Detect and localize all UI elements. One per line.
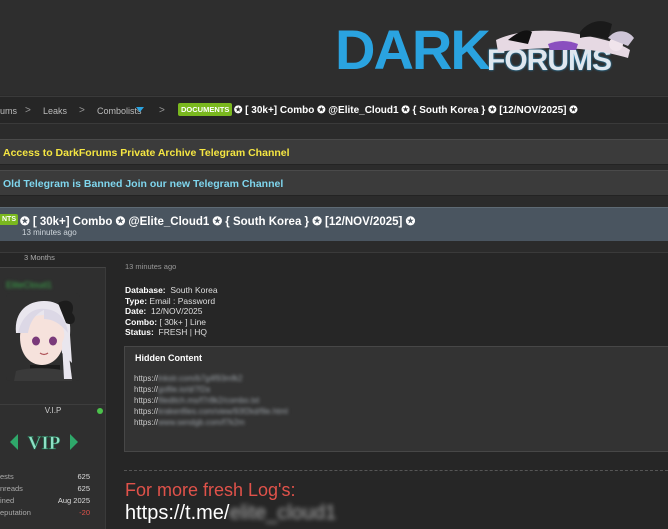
detail-row: Date: 12/NOV/2025 <box>125 306 218 317</box>
stat-posts: ests 625 <box>0 472 100 484</box>
post-details: Database: South Korea Type: Email : Pass… <box>125 285 218 338</box>
detail-row: Status: FRESH | HQ <box>125 327 218 338</box>
link-blurred: fileditch.ms/f7r8k2/combo.txt <box>158 396 260 405</box>
stat-value: 625 <box>77 472 90 481</box>
thread-title-bar: NTS ✪ [ 30k+] Combo ✪ @Elite_Cloud1 ✪ { … <box>0 207 668 241</box>
detail-value: Email : Password <box>149 295 216 306</box>
announcement-telegram-new[interactable]: Old Telegram is Banned Join our new Tele… <box>0 170 668 196</box>
breadcrumb: ums > Leaks > Combolists > DOCUMENTS ✪ [… <box>0 96 668 124</box>
post-divider <box>124 470 668 471</box>
hidden-link[interactable]: https://www.sendgb.com/f7k2m <box>134 417 288 428</box>
stat-value-reputation[interactable]: -20 <box>79 508 90 517</box>
announcement-telegram-archive[interactable]: Access to DarkForums Private Archive Tel… <box>0 139 668 165</box>
promo-telegram-link[interactable]: https://t.me/elite_cloud1 <box>125 502 336 525</box>
detail-value: [ 30k+ ] Line <box>159 316 207 327</box>
thread-title: ✪ [ 30k+] Combo ✪ @Elite_Cloud1 ✪ { Sout… <box>20 216 416 228</box>
link-prefix: https:// <box>134 385 159 394</box>
hidden-links-list: https://lnkstr.com/b7g4f93mfk2 https://g… <box>134 373 288 428</box>
detail-label: Status: <box>125 327 154 337</box>
promo-text: For more fresh Log's: <box>125 480 296 500</box>
author-divider <box>0 404 106 405</box>
documents-badge: DOCUMENTS <box>178 103 233 116</box>
link-prefix: https:// <box>134 407 159 416</box>
detail-row: Type: Email : Password <box>125 296 218 307</box>
logo-main-text: DARK <box>335 18 491 81</box>
hidden-content-title: Hidden Content <box>135 353 202 363</box>
logo-mascot-image <box>496 21 634 58</box>
detail-value: South Korea <box>170 285 218 295</box>
hidden-link[interactable]: https://lnkstr.com/b7g4f93mfk2 <box>134 373 288 384</box>
breadcrumb-separator: > <box>159 105 165 116</box>
stat-label: ined <box>0 496 15 505</box>
stat-threads: nreads 625 <box>0 484 100 496</box>
breadcrumb-leaks[interactable]: Leaks <box>43 106 67 116</box>
link-prefix: https:// <box>134 418 159 427</box>
detail-label: Type: <box>125 295 148 306</box>
hidden-link[interactable]: https://gofile.io/d/7f2a <box>134 384 288 395</box>
detail-value: 12/NOV/2025 <box>151 306 203 316</box>
post-time: 13 minutes ago <box>125 262 177 271</box>
author-avatar[interactable] <box>6 293 80 381</box>
stat-label: nreads <box>0 484 23 493</box>
breadcrumb-current-thread: ✪ [ 30k+] Combo ✪ @Elite_Cloud1 ✪ { Sout… <box>234 105 578 116</box>
vip-rank-badge: VIP <box>10 433 78 454</box>
breadcrumb-separator: > <box>25 105 31 116</box>
breadcrumb-combolists[interactable]: Combolists <box>97 106 142 116</box>
promo-link-blurred: elite_cloud1 <box>229 502 337 524</box>
hidden-content-box: Hidden Content https://lnkstr.com/b7g4f9… <box>124 346 668 452</box>
link-blurred: gofile.io/d/7f2a <box>158 385 211 394</box>
stat-label: eputation <box>0 508 31 517</box>
detail-label: Combo: <box>125 316 158 327</box>
link-blurred: krakenfiles.com/view/93f2kd/file.html <box>158 407 288 416</box>
detail-row: Database: South Korea <box>125 285 218 296</box>
online-status-indicator <box>97 408 103 414</box>
link-blurred: www.sendgb.com/f7k2m <box>158 418 245 427</box>
chevron-down-icon[interactable] <box>136 107 144 112</box>
avatar-image <box>6 293 80 381</box>
author-panel: EliteCloud1 V.I.P VIP ests 625 nreads 62… <box>0 267 106 529</box>
link-prefix: https:// <box>134 396 159 405</box>
detail-value: FRESH | HQ <box>158 327 208 337</box>
thread-time: 13 minutes ago <box>22 228 77 237</box>
author-username[interactable]: EliteCloud1 <box>6 280 52 290</box>
link-prefix: https:// <box>134 374 159 383</box>
hidden-link[interactable]: https://krakenfiles.com/view/93f2kd/file… <box>134 406 288 417</box>
link-blurred: lnkstr.com/b7g4f93mfk2 <box>158 374 243 383</box>
detail-label: Date: <box>125 306 147 316</box>
thread-prefix-badge: NTS <box>0 214 18 225</box>
detail-label: Database: <box>125 285 166 295</box>
vip-badge-text: VIP <box>28 433 61 454</box>
breadcrumb-separator: > <box>79 105 85 116</box>
site-header: DARK FORUMS <box>0 0 668 95</box>
hidden-link[interactable]: https://fileditch.ms/f7r8k2/combo.txt <box>134 395 288 406</box>
stat-label: ests <box>0 472 14 481</box>
stat-reputation: eputation -20 <box>0 508 100 520</box>
breadcrumb-forums[interactable]: ums <box>0 106 17 116</box>
detail-row: Combo: [ 30k+ ] Line <box>125 317 218 328</box>
promo-link-prefix: https://t.me/ <box>125 502 230 524</box>
author-membership: 3 Months <box>24 253 55 262</box>
stat-joined: ined Aug 2025 <box>0 496 100 508</box>
author-rank: V.I.P <box>44 406 62 415</box>
stat-value: 625 <box>77 484 90 493</box>
stat-value: Aug 2025 <box>57 496 90 505</box>
